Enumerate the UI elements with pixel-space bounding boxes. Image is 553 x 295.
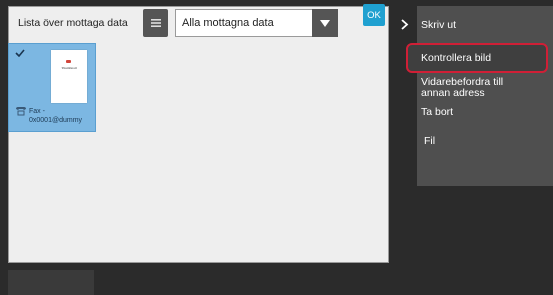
menu-item-forward-line2: annan adress xyxy=(421,87,485,99)
thumbnail-logo xyxy=(66,60,71,63)
ok-button[interactable]: OK xyxy=(363,4,385,26)
page-thumbnail: Thumbnail xyxy=(51,50,87,103)
chevron-right-icon[interactable] xyxy=(401,19,409,30)
fax-sender-label: Fax - 0x0001@dummy xyxy=(29,107,82,125)
received-item-card[interactable]: Thumbnail Fax - 0x0001@dummy xyxy=(8,43,96,132)
menu-item-delete[interactable]: Ta bort xyxy=(421,106,453,118)
dropdown-arrow-button[interactable] xyxy=(312,9,338,37)
menu-item-file[interactable]: Fil xyxy=(424,135,435,147)
thumbnail-page-text: Thumbnail xyxy=(61,66,77,70)
filter-select[interactable]: Alla mottagna data xyxy=(175,9,338,37)
list-view-button[interactable] xyxy=(143,9,168,37)
menu-item-check-image[interactable]: Kontrollera bild xyxy=(406,43,548,73)
menu-item-forward[interactable]: Vidarebefordra till annan adress xyxy=(421,77,503,99)
list-view-icon xyxy=(150,19,161,27)
menu-item-print[interactable]: Skriv ut xyxy=(421,19,456,31)
fax-label-line1: Fax - xyxy=(29,108,45,115)
filter-value: Alla mottagna data xyxy=(182,17,274,29)
menu-item-check-image-label: Kontrollera bild xyxy=(421,52,492,64)
check-icon xyxy=(15,49,25,57)
dropdown-arrow-icon xyxy=(320,19,330,27)
bottom-button[interactable] xyxy=(8,270,94,295)
list-label: Lista över mottaga data xyxy=(18,17,128,29)
fax-label-line2: 0x0001@dummy xyxy=(29,117,83,124)
fax-icon xyxy=(16,107,26,116)
